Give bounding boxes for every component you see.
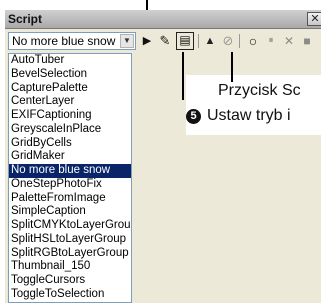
execution-mode-icon[interactable]: ▤ bbox=[176, 32, 194, 50]
step-number-badge: 5 bbox=[186, 109, 201, 124]
callout-leader-mode bbox=[182, 52, 184, 100]
script-list-item[interactable]: ToggleCursors bbox=[9, 274, 131, 288]
callout-text-2: Ustaw tryb i bbox=[207, 107, 291, 124]
script-list[interactable]: AutoTuber BevelSelection CapturePalette Cen… bbox=[8, 53, 132, 303]
script-list-item[interactable]: GridMaker bbox=[9, 150, 131, 164]
script-list-item[interactable]: Thumbnail_150 bbox=[9, 260, 131, 274]
cancel-script-icon[interactable]: ⊘ bbox=[220, 33, 236, 49]
close-icon: ✕ bbox=[310, 13, 320, 25]
close-button[interactable]: ✕ bbox=[307, 12, 321, 26]
callout-leader-cancel bbox=[231, 52, 233, 82]
script-list-item[interactable]: No more blue snow bbox=[9, 164, 131, 178]
script-list-item[interactable]: SplitCMYKtoLayerGroup bbox=[9, 219, 131, 233]
callout-text-1: Przycisk Sc bbox=[218, 82, 301, 99]
script-list-item[interactable]: CapturePalette bbox=[9, 82, 131, 96]
toolbar-separator bbox=[198, 34, 199, 48]
annotation-area: Przycisk Sc 5 Ustaw tryb i bbox=[186, 75, 321, 135]
selected-script-value: No more blue snow bbox=[12, 34, 116, 48]
script-toolbar: No more blue snow ▼ ▶ ✎ ▤ ▲ ⊘ ○ ⏸ ✕ ■ bbox=[5, 30, 321, 52]
script-list-item[interactable]: GreyscaleInPlace bbox=[9, 123, 131, 137]
script-list-item[interactable]: SplitHSLtoLayerGroup bbox=[9, 233, 131, 247]
script-list-item[interactable]: CenterLayer bbox=[9, 95, 131, 109]
chevron-down-icon[interactable]: ▼ bbox=[120, 34, 134, 48]
script-list-item[interactable]: EXIFCaptioning bbox=[9, 109, 131, 123]
script-list-item[interactable]: SplitRGBtoLayerGroup bbox=[9, 247, 131, 261]
script-list-item[interactable]: BevelSelection bbox=[9, 68, 131, 82]
start-recording-icon[interactable]: ○ bbox=[245, 33, 261, 49]
script-list-item[interactable]: GridByCells bbox=[9, 137, 131, 151]
callout-2: 5 Ustaw tryb i bbox=[186, 107, 291, 125]
script-list-item[interactable]: SimpleCaption bbox=[9, 205, 131, 219]
record-script-icon[interactable]: ▲ bbox=[202, 33, 218, 49]
callout-leader-top bbox=[146, 0, 148, 10]
toolbar-separator bbox=[239, 34, 240, 48]
script-list-item[interactable]: ToggleToSelection bbox=[9, 288, 131, 302]
pause-recording-icon[interactable]: ⏸ bbox=[263, 33, 279, 49]
script-palette: Script ✕ No more blue snow ▼ ▶ ✎ ▤ ▲ ⊘ ○… bbox=[5, 10, 321, 303]
run-script-icon[interactable]: ▶ bbox=[139, 33, 155, 49]
script-select-dropdown[interactable]: No more blue snow ▼ bbox=[8, 32, 136, 50]
script-list-item[interactable]: OneStepPhotoFix bbox=[9, 178, 131, 192]
edit-script-icon[interactable]: ✎ bbox=[157, 33, 173, 49]
palette-title-bar[interactable]: Script ✕ bbox=[5, 10, 321, 29]
palette-title: Script bbox=[8, 12, 43, 26]
script-list-item[interactable]: PaletteFromImage bbox=[9, 192, 131, 206]
cancel-recording-icon[interactable]: ✕ bbox=[281, 33, 297, 49]
stop-recording-icon[interactable]: ■ bbox=[299, 33, 315, 49]
script-list-item[interactable]: AutoTuber bbox=[9, 54, 131, 68]
